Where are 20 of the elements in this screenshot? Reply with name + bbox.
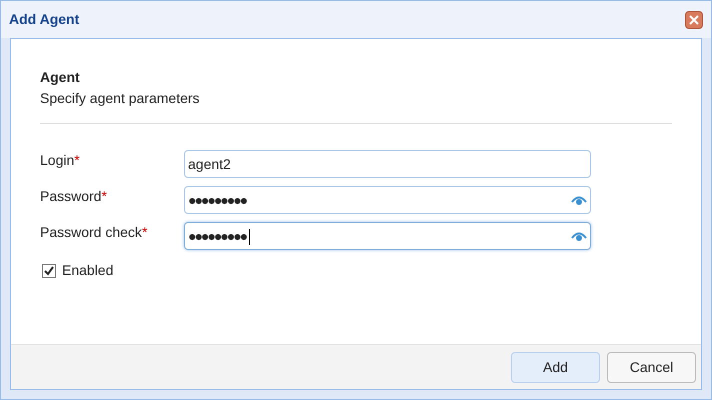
close-button[interactable] (685, 10, 703, 28)
eye-icon[interactable] (571, 194, 587, 206)
checkbox-label: Enabled (62, 261, 114, 280)
field-label: Password check (40, 223, 142, 242)
field-label: Login (40, 151, 74, 170)
password-field[interactable]: ●●●●●●●●● (184, 222, 591, 250)
required-mark: * (142, 223, 148, 242)
dialog-button[interactable]: Add (511, 352, 600, 382)
enabled-checkbox[interactable] (42, 264, 56, 278)
dialog-button[interactable]: Cancel (607, 352, 696, 382)
section-title: Agent (40, 68, 81, 87)
field-label: Password (40, 187, 102, 206)
close-icon (689, 14, 699, 24)
login-field[interactable]: agent2 (184, 150, 591, 178)
required-mark: * (74, 151, 80, 170)
eye-icon[interactable] (571, 230, 587, 242)
window-title: Add Agent (9, 10, 80, 29)
section-subtitle: Specify agent parameters (40, 89, 201, 108)
password-field[interactable]: ●●●●●●●●● (184, 186, 591, 214)
required-mark: * (101, 187, 107, 206)
